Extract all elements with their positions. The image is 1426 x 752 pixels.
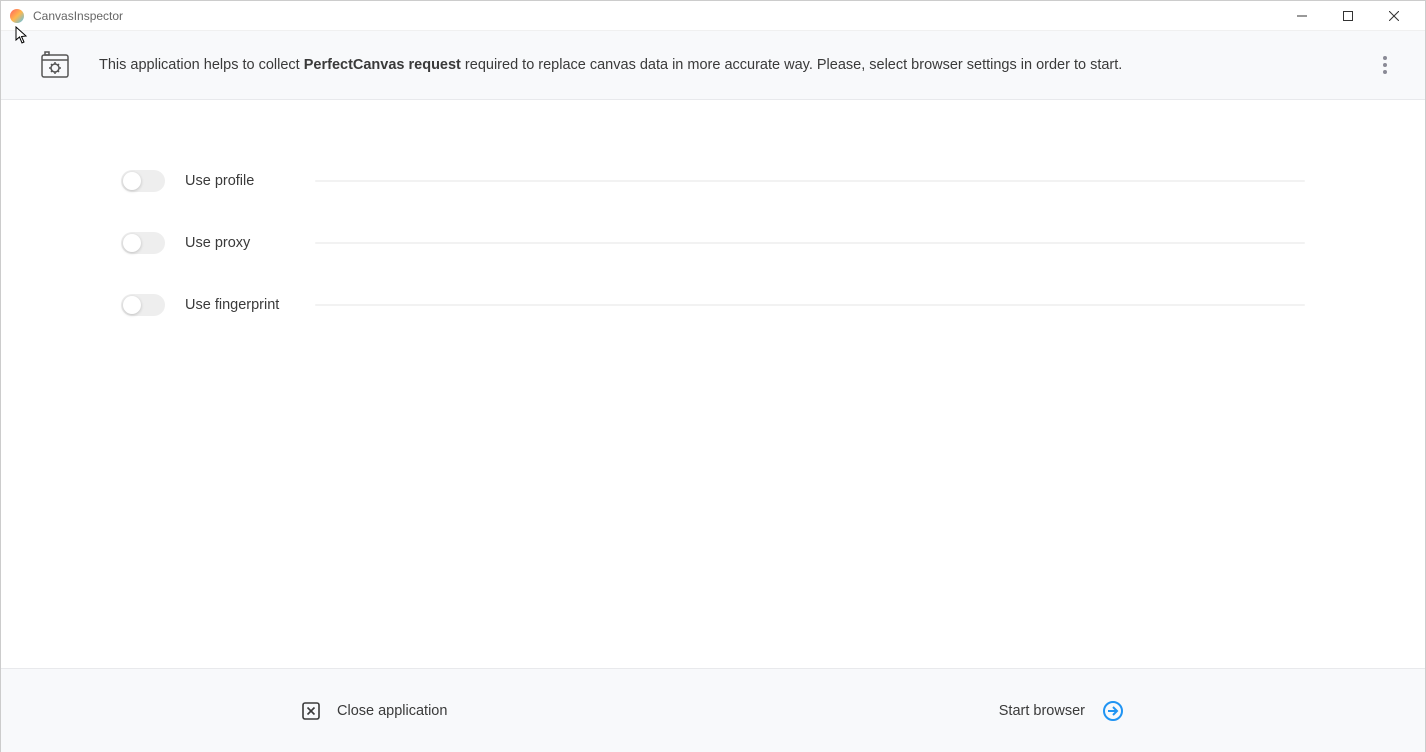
minimize-button[interactable]	[1279, 1, 1325, 31]
close-application-label: Close application	[337, 703, 447, 719]
setting-row-use-fingerprint: Use fingerprint	[121, 294, 1305, 316]
titlebar: CanvasInspector	[1, 1, 1425, 31]
footer-bar: Close application Start browser	[1, 668, 1425, 752]
close-box-icon	[301, 701, 321, 721]
start-browser-label: Start browser	[999, 703, 1085, 719]
use-proxy-toggle[interactable]	[121, 232, 165, 254]
divider-line	[315, 242, 1305, 244]
banner-text: This application helps to collect Perfec…	[99, 57, 1373, 73]
toggle-knob	[123, 172, 141, 190]
window-controls	[1279, 1, 1417, 31]
close-application-button[interactable]: Close application	[301, 701, 447, 721]
use-profile-toggle[interactable]	[121, 170, 165, 192]
start-browser-button[interactable]: Start browser	[999, 699, 1125, 723]
more-menu-button[interactable]	[1373, 53, 1397, 77]
use-profile-label: Use profile	[185, 173, 305, 189]
divider-line	[315, 304, 1305, 306]
arrow-right-circle-icon	[1101, 699, 1125, 723]
close-window-button[interactable]	[1371, 1, 1417, 31]
maximize-button[interactable]	[1325, 1, 1371, 31]
use-proxy-label: Use proxy	[185, 235, 305, 251]
toggle-knob	[123, 296, 141, 314]
use-fingerprint-toggle[interactable]	[121, 294, 165, 316]
info-banner: This application helps to collect Perfec…	[1, 31, 1425, 100]
banner-suffix: required to replace canvas data in more …	[461, 57, 1122, 73]
settings-page-icon	[39, 49, 71, 81]
app-icon	[9, 8, 25, 24]
divider-line	[315, 180, 1305, 182]
setting-row-use-profile: Use profile	[121, 170, 1305, 192]
use-fingerprint-label: Use fingerprint	[185, 297, 305, 313]
setting-row-use-proxy: Use proxy	[121, 232, 1305, 254]
window-title: CanvasInspector	[33, 9, 1279, 23]
settings-content: Use profile Use proxy Use fingerprint	[1, 100, 1425, 648]
banner-bold: PerfectCanvas request	[304, 57, 461, 73]
banner-prefix: This application helps to collect	[99, 57, 304, 73]
toggle-knob	[123, 234, 141, 252]
